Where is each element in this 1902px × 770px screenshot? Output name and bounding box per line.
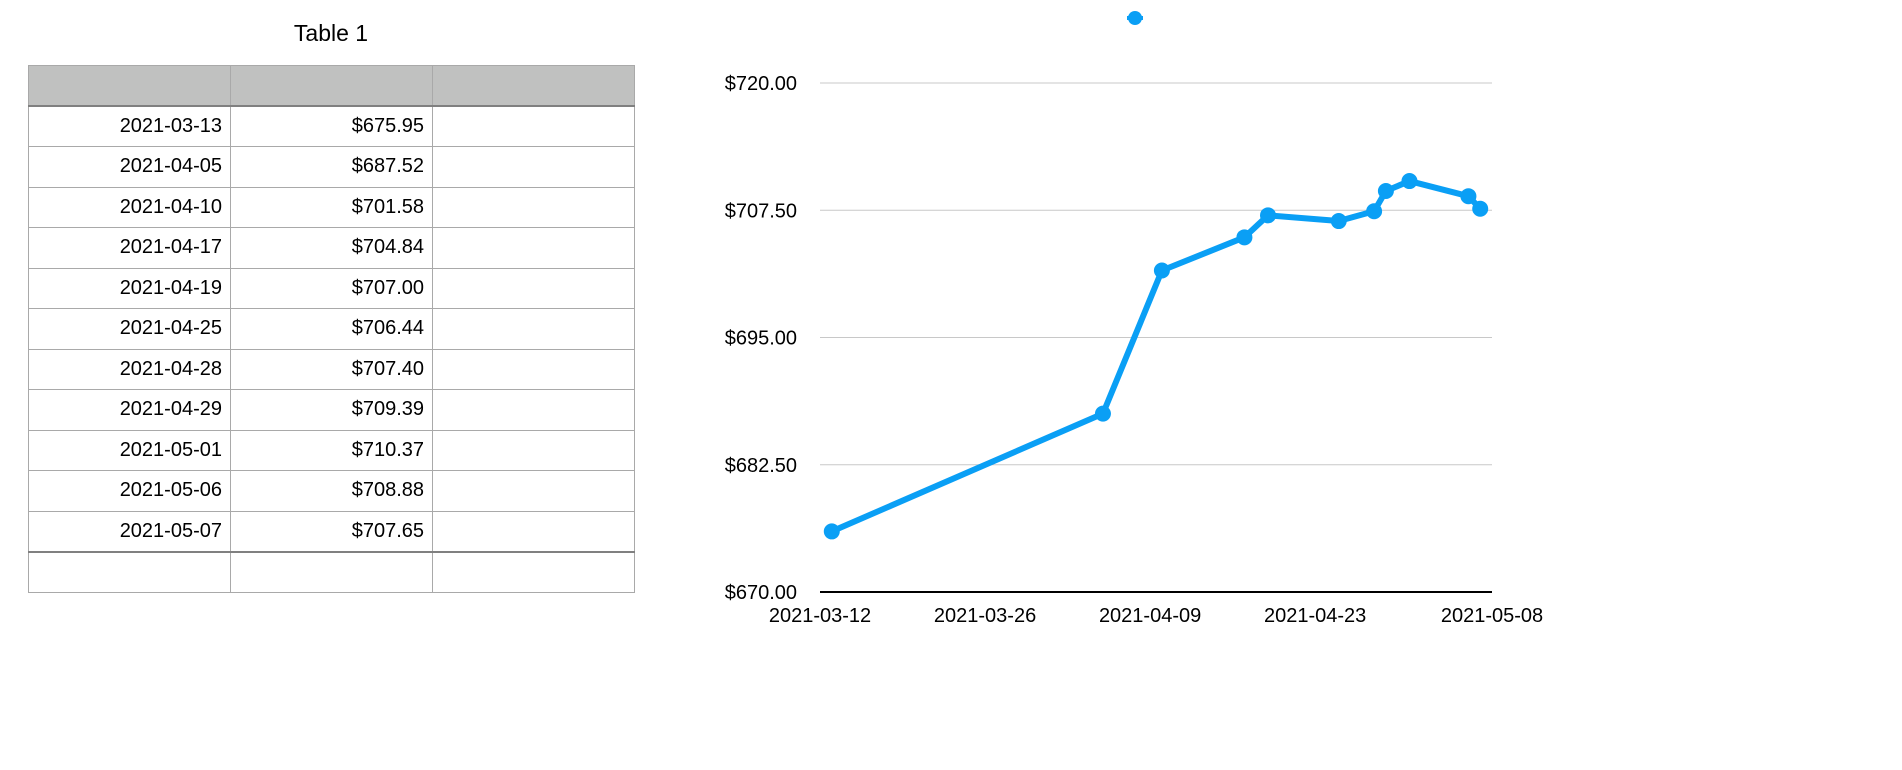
data-point (1330, 213, 1347, 230)
y-tick-label: $695.00 (725, 328, 797, 350)
data-point (1236, 229, 1253, 246)
data-point (1366, 203, 1383, 220)
data-point (1377, 183, 1394, 200)
data-point (1260, 207, 1276, 224)
data-point (1153, 262, 1170, 279)
y-tick-label: $707.50 (725, 200, 797, 222)
x-tick-label: 2021-05-08 (1441, 605, 1543, 627)
x-tick-label: 2021-03-12 (769, 605, 871, 627)
x-tick-label: 2021-04-23 (1264, 605, 1366, 627)
legend-marker (1128, 11, 1142, 25)
data-point (823, 523, 840, 540)
y-tick-label: $720.00 (725, 73, 797, 95)
line-chart: $670.00 $682.50 $695.00 $707.50 $720.00 2021-… (725, 11, 1543, 627)
x-tick-label: 2021-04-09 (1099, 605, 1201, 627)
series-line (828, 178, 1484, 535)
data-point (1401, 173, 1418, 190)
data-point (1460, 188, 1477, 205)
x-tick-label: 2021-03-26 (934, 605, 1036, 627)
y-tick-label: $670.00 (725, 582, 797, 604)
y-tick-label: $682.50 (725, 455, 797, 477)
data-point (1472, 200, 1489, 217)
data-point (1094, 405, 1111, 422)
